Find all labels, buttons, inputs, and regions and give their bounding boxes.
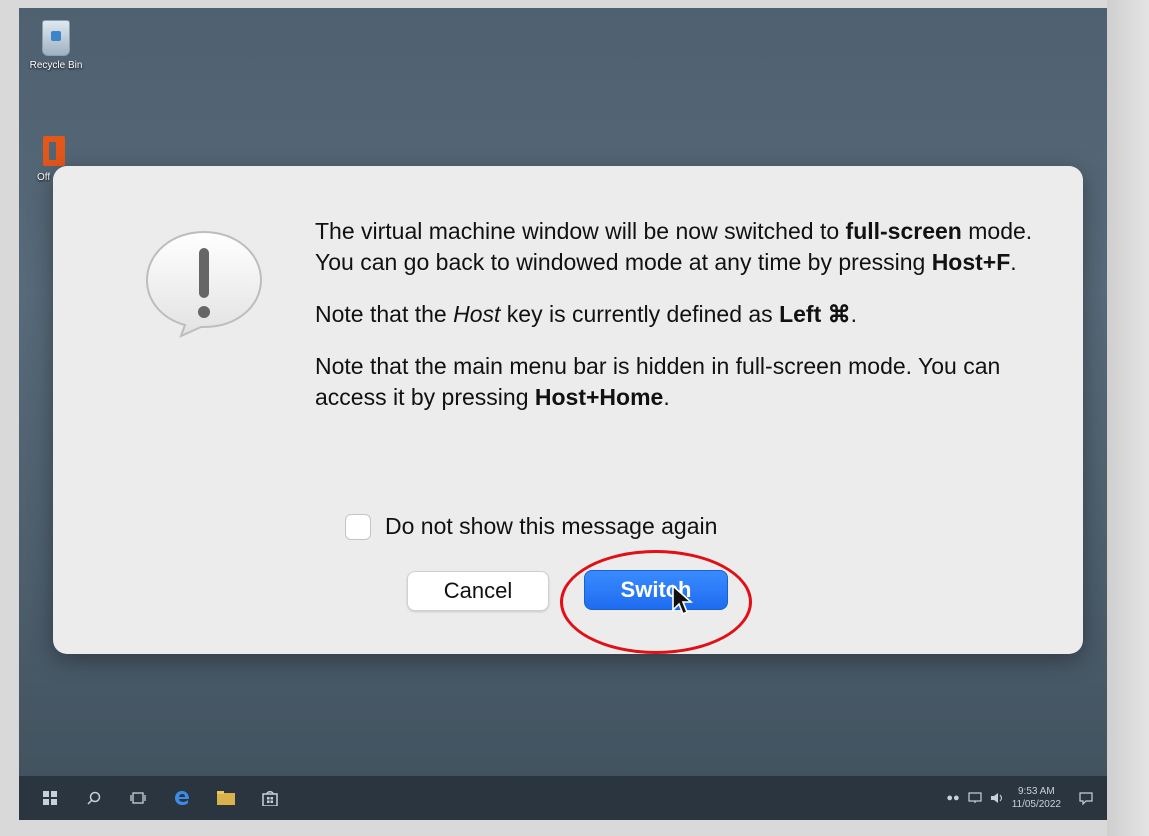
taskbar: ●● 9:53 AM 11/05/2022 — [19, 776, 1107, 820]
search-icon — [87, 791, 101, 805]
taskbar-clock[interactable]: 9:53 AM 11/05/2022 — [1012, 785, 1061, 811]
notifications-icon[interactable] — [1079, 791, 1093, 805]
system-tray: ●● 9:53 AM 11/05/2022 — [946, 776, 1093, 820]
edge-browser-button[interactable] — [169, 785, 195, 811]
clock-date: 11/05/2022 — [1011, 799, 1061, 810]
message-paragraph-2: Note that the Host key is currently defi… — [315, 301, 858, 327]
message-paragraph-1: The virtual machine window will be now s… — [315, 218, 1033, 275]
store-button[interactable] — [257, 785, 283, 811]
do-not-show-again-checkbox[interactable] — [345, 513, 371, 540]
recycle-bin-label: Recycle Bin — [29, 60, 83, 71]
task-view-icon — [130, 792, 146, 804]
message-paragraph-3: Note that the main menu bar is hidden in… — [315, 353, 1001, 410]
windows-logo-icon — [43, 791, 57, 805]
start-button[interactable] — [37, 785, 63, 811]
recycle-bin-shortcut[interactable]: Recycle Bin — [21, 20, 91, 71]
do-not-show-again-row[interactable]: Do not show this message again — [345, 513, 717, 540]
do-not-show-again-label[interactable]: Do not show this message again — [385, 513, 717, 540]
window-edge — [1107, 0, 1149, 836]
volume-icon[interactable] — [990, 792, 1004, 804]
highlight-annotation-ring — [560, 550, 752, 654]
clock-time: 9:53 AM — [1017, 786, 1055, 797]
folder-icon — [217, 791, 235, 805]
store-bag-icon — [262, 791, 278, 806]
network-icon[interactable] — [968, 792, 982, 804]
alert-exclamation-icon — [145, 230, 263, 338]
recycle-bin-icon — [42, 20, 70, 56]
edge-icon — [175, 791, 189, 805]
people-icon[interactable]: ●● — [946, 792, 959, 804]
file-explorer-button[interactable] — [213, 785, 239, 811]
search-button[interactable] — [81, 785, 107, 811]
task-view-button[interactable] — [125, 785, 151, 811]
dialog-message: The virtual machine window will be now s… — [315, 216, 1035, 434]
office-icon — [43, 136, 65, 166]
mouse-cursor-icon — [672, 584, 694, 616]
cancel-button[interactable]: Cancel — [407, 571, 549, 611]
